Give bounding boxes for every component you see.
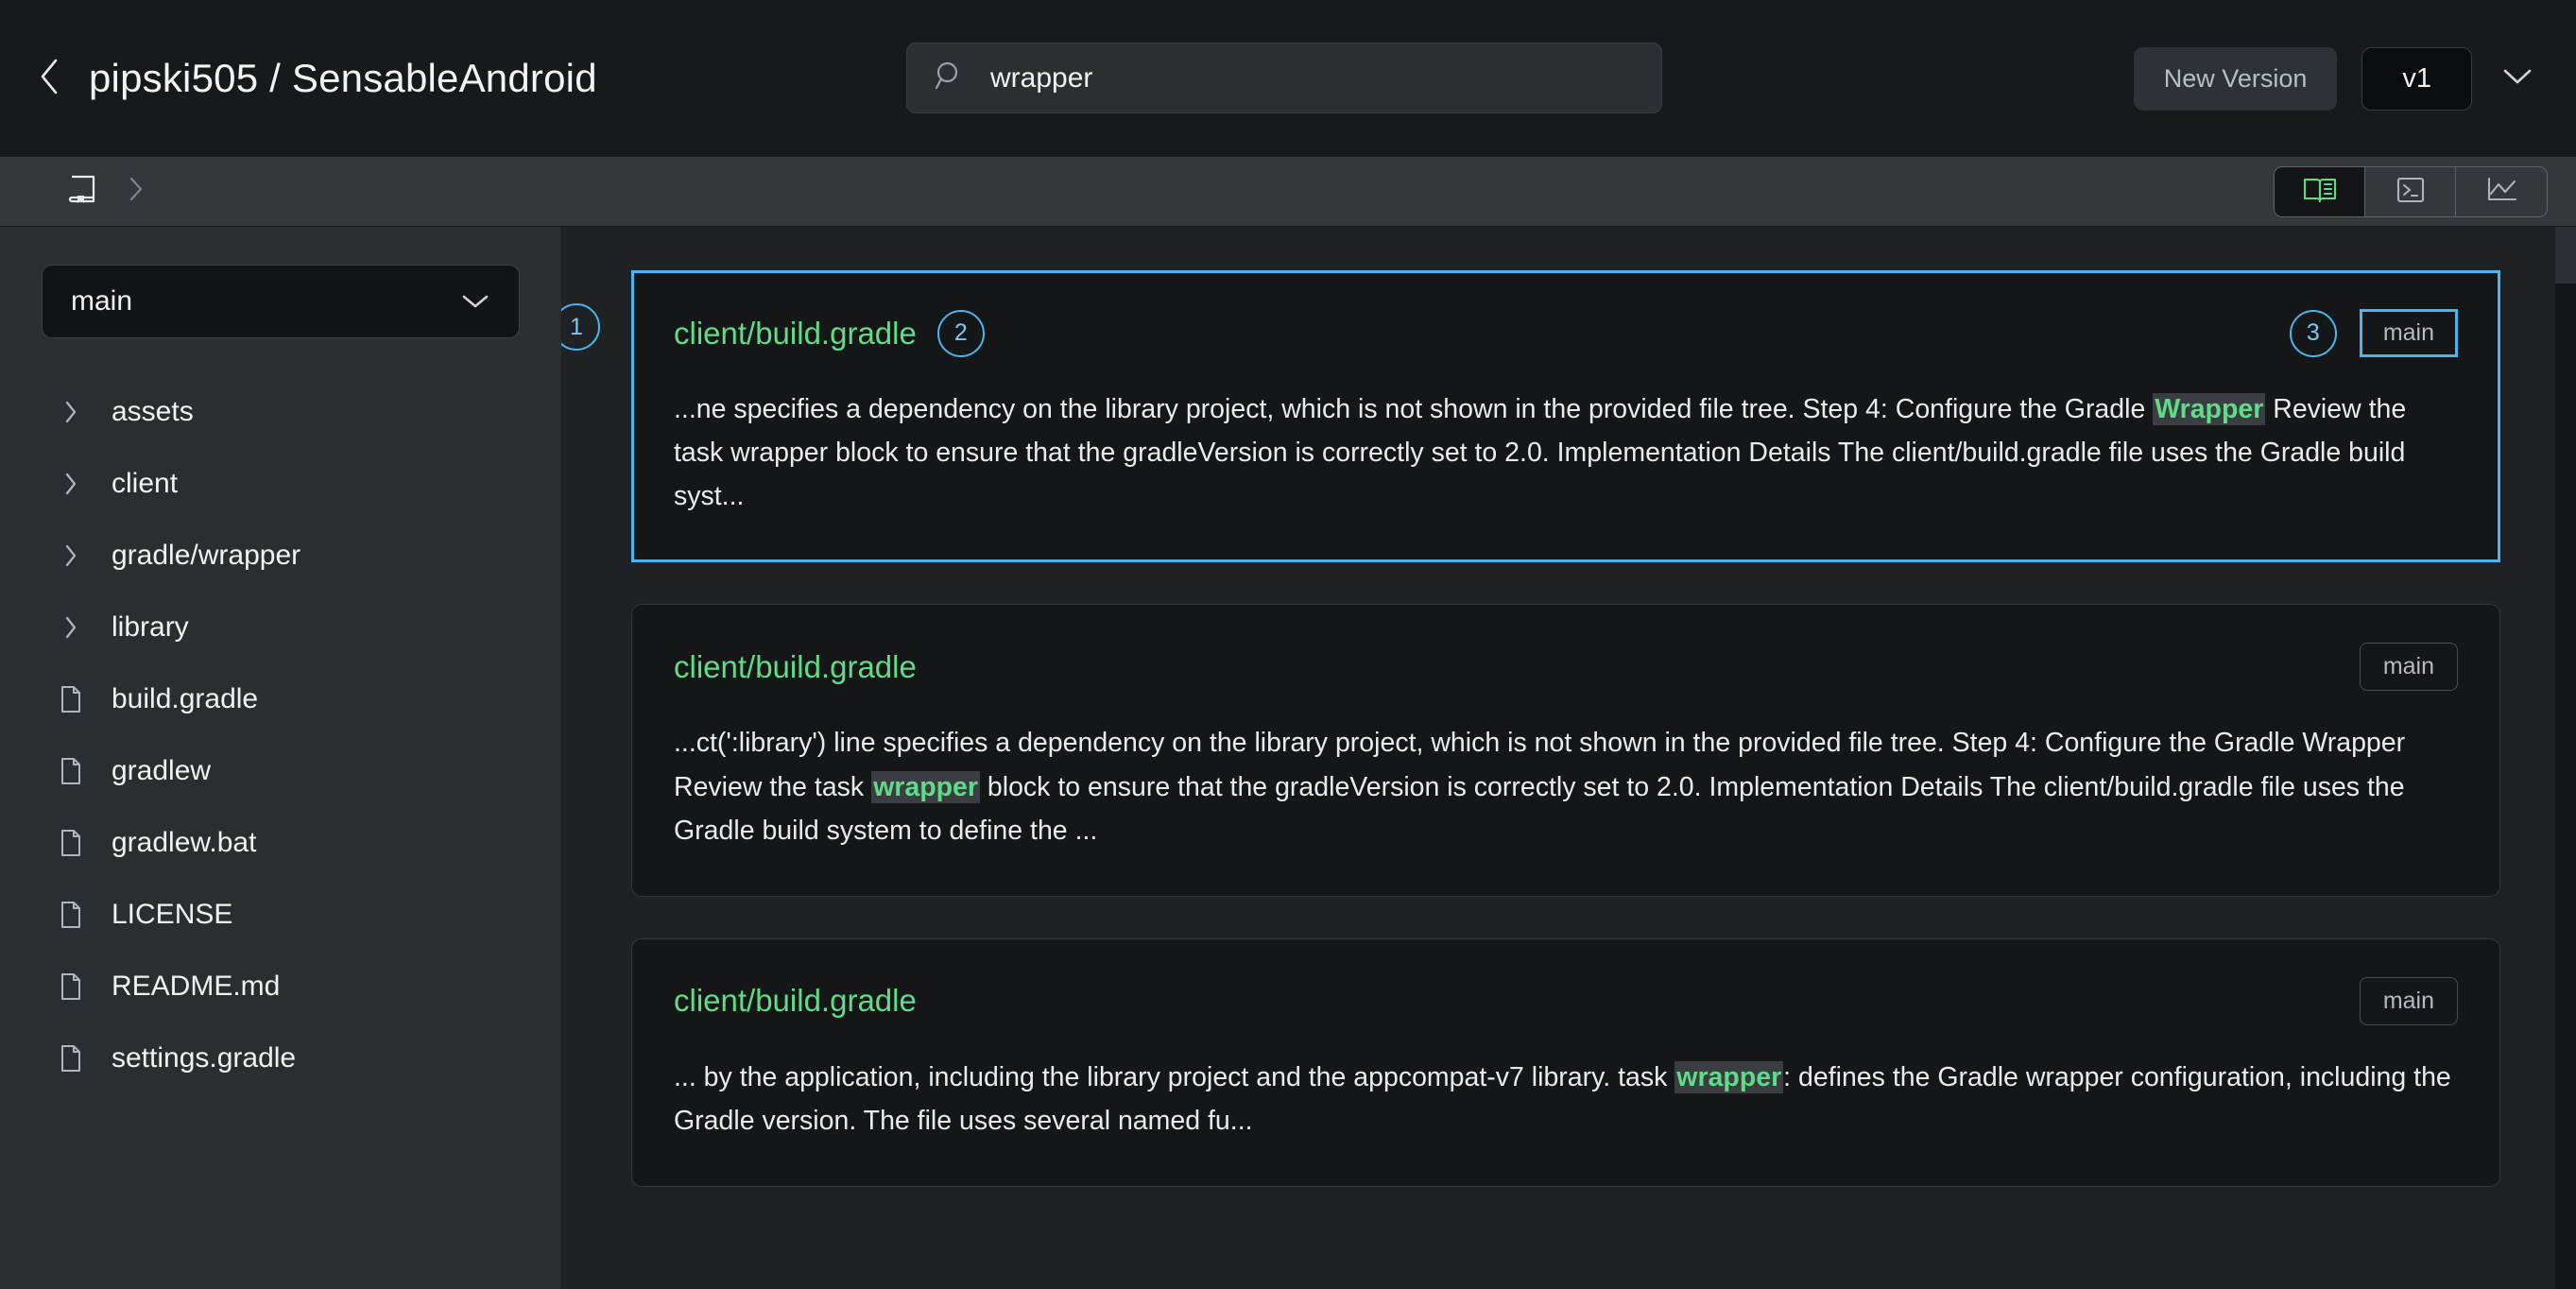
search-icon bbox=[934, 60, 966, 96]
app-header: pipski505 / SensableAndroid New Version … bbox=[0, 0, 2576, 157]
breadcrumb-separator bbox=[127, 175, 146, 208]
tree-item-file[interactable]: README.md bbox=[0, 951, 561, 1023]
file-tree-sidebar: main assets client gradle/wrapper librar… bbox=[0, 227, 561, 1289]
book-bookmark-icon bbox=[66, 173, 98, 210]
tree-item-file[interactable]: build.gradle bbox=[0, 663, 561, 735]
branch-selector[interactable]: main bbox=[42, 265, 520, 338]
breadcrumb-root-button[interactable] bbox=[66, 173, 98, 210]
result-file-path[interactable]: client/build.gradle bbox=[674, 983, 917, 1019]
back-button[interactable] bbox=[23, 52, 76, 105]
vertical-scrollbar[interactable] bbox=[2555, 227, 2576, 1289]
annotation-badge-3: 3 bbox=[2289, 309, 2337, 357]
open-book-icon bbox=[2302, 176, 2338, 207]
annotation-badge-1: 1 bbox=[561, 303, 600, 351]
tree-item-folder[interactable]: library bbox=[0, 592, 561, 663]
file-icon bbox=[55, 1043, 87, 1074]
search-input[interactable] bbox=[990, 61, 1635, 95]
file-icon bbox=[55, 971, 87, 1002]
search-results-list: 1 client/build.gradle 2 3 main ...ne spe… bbox=[561, 270, 2500, 1188]
chevron-right-icon bbox=[55, 399, 87, 425]
tree-item-file[interactable]: settings.gradle bbox=[0, 1023, 561, 1094]
new-version-button[interactable]: New Version bbox=[2133, 46, 2338, 111]
result-file-path[interactable]: client/build.gradle bbox=[674, 649, 917, 685]
result-snippet: ... by the application, including the li… bbox=[674, 1056, 2458, 1143]
annotation-badge-2: 2 bbox=[936, 309, 985, 357]
tree-item-folder[interactable]: client bbox=[0, 448, 561, 520]
tree-item-folder[interactable]: assets bbox=[0, 376, 561, 448]
tree-item-label: build.gradle bbox=[112, 683, 259, 714]
view-btn-chart[interactable] bbox=[2456, 167, 2547, 216]
tree-item-label: gradlew bbox=[112, 755, 212, 786]
chevron-right-icon bbox=[127, 175, 146, 208]
file-icon bbox=[55, 828, 87, 858]
file-icon bbox=[55, 900, 87, 930]
result-card-header: client/build.gradle main bbox=[674, 976, 2458, 1025]
search-result-card[interactable]: client/build.gradle main ...ct(':library… bbox=[631, 604, 2500, 897]
tree-item-label: client bbox=[112, 468, 179, 499]
search-container bbox=[906, 43, 1662, 113]
tree-item-folder[interactable]: gradle/wrapper bbox=[0, 520, 561, 592]
header-actions: New Version v1 bbox=[2133, 46, 2538, 111]
tree-item-label: assets bbox=[112, 396, 194, 427]
tree-item-file[interactable]: gradlew bbox=[0, 735, 561, 807]
snippet-text-before: ...ne specifies a dependency on the libr… bbox=[674, 394, 2154, 424]
result-card-header: client/build.gradle main bbox=[674, 643, 2458, 692]
tree-item-label: settings.gradle bbox=[112, 1042, 297, 1074]
chevron-right-icon bbox=[55, 614, 87, 641]
result-branch-badge[interactable]: main bbox=[2359, 309, 2458, 357]
snippet-text-before: ... by the application, including the li… bbox=[674, 1061, 1675, 1092]
result-branch-badge[interactable]: main bbox=[2359, 976, 2458, 1025]
tree-item-file[interactable]: gradlew.bat bbox=[0, 807, 561, 879]
version-dropdown-toggle[interactable] bbox=[2497, 58, 2538, 99]
view-btn-terminal[interactable] bbox=[2365, 166, 2456, 216]
search-results-panel: 1 client/build.gradle 2 3 main ...ne spe… bbox=[561, 227, 2576, 1289]
tree-item-label: gradlew.bat bbox=[112, 827, 257, 858]
body-area: main assets client gradle/wrapper librar… bbox=[0, 227, 2576, 1289]
terminal-icon bbox=[2395, 175, 2427, 208]
tree-item-file[interactable]: LICENSE bbox=[0, 879, 561, 951]
view-btn-docs[interactable] bbox=[2275, 166, 2365, 216]
chevron-down-icon bbox=[2501, 66, 2533, 92]
snippet-match: wrapper bbox=[871, 770, 980, 803]
result-snippet: ...ct(':library') line specifies a depen… bbox=[674, 721, 2458, 851]
breadcrumb-toolbar bbox=[0, 157, 2576, 227]
search-result-card[interactable]: client/build.gradle main ... by the appl… bbox=[631, 937, 2500, 1188]
line-chart-icon bbox=[2484, 175, 2518, 208]
snippet-match: wrapper bbox=[1674, 1060, 1784, 1093]
file-icon bbox=[55, 684, 87, 714]
search-result-card[interactable]: 1 client/build.gradle 2 3 main ...ne spe… bbox=[561, 270, 2500, 563]
tree-item-label: LICENSE bbox=[112, 899, 233, 930]
result-snippet: ...ne specifies a dependency on the libr… bbox=[674, 387, 2458, 518]
search-box[interactable] bbox=[906, 43, 1662, 113]
result-file-path[interactable]: client/build.gradle bbox=[674, 316, 917, 352]
scrollbar-thumb[interactable] bbox=[2555, 227, 2576, 284]
chevron-left-icon bbox=[36, 57, 62, 101]
chevron-right-icon bbox=[55, 542, 87, 569]
file-icon bbox=[55, 756, 87, 786]
tree-item-label: library bbox=[112, 611, 189, 643]
result-branch-badge[interactable]: main bbox=[2359, 643, 2458, 692]
version-select[interactable]: v1 bbox=[2361, 46, 2472, 111]
snippet-match: Wrapper bbox=[2153, 393, 2266, 425]
result-card-header: client/build.gradle 2 3 main bbox=[674, 309, 2458, 357]
page-title: pipski505 / SensableAndroid bbox=[89, 56, 597, 100]
chevron-right-icon bbox=[55, 471, 87, 497]
branch-selector-label: main bbox=[71, 285, 133, 317]
tree-item-label: README.md bbox=[112, 971, 281, 1002]
view-mode-toggle-group bbox=[2274, 165, 2548, 217]
file-tree: assets client gradle/wrapper library bui… bbox=[0, 376, 561, 1094]
tree-item-label: gradle/wrapper bbox=[112, 540, 301, 571]
chevron-down-icon bbox=[460, 292, 490, 311]
